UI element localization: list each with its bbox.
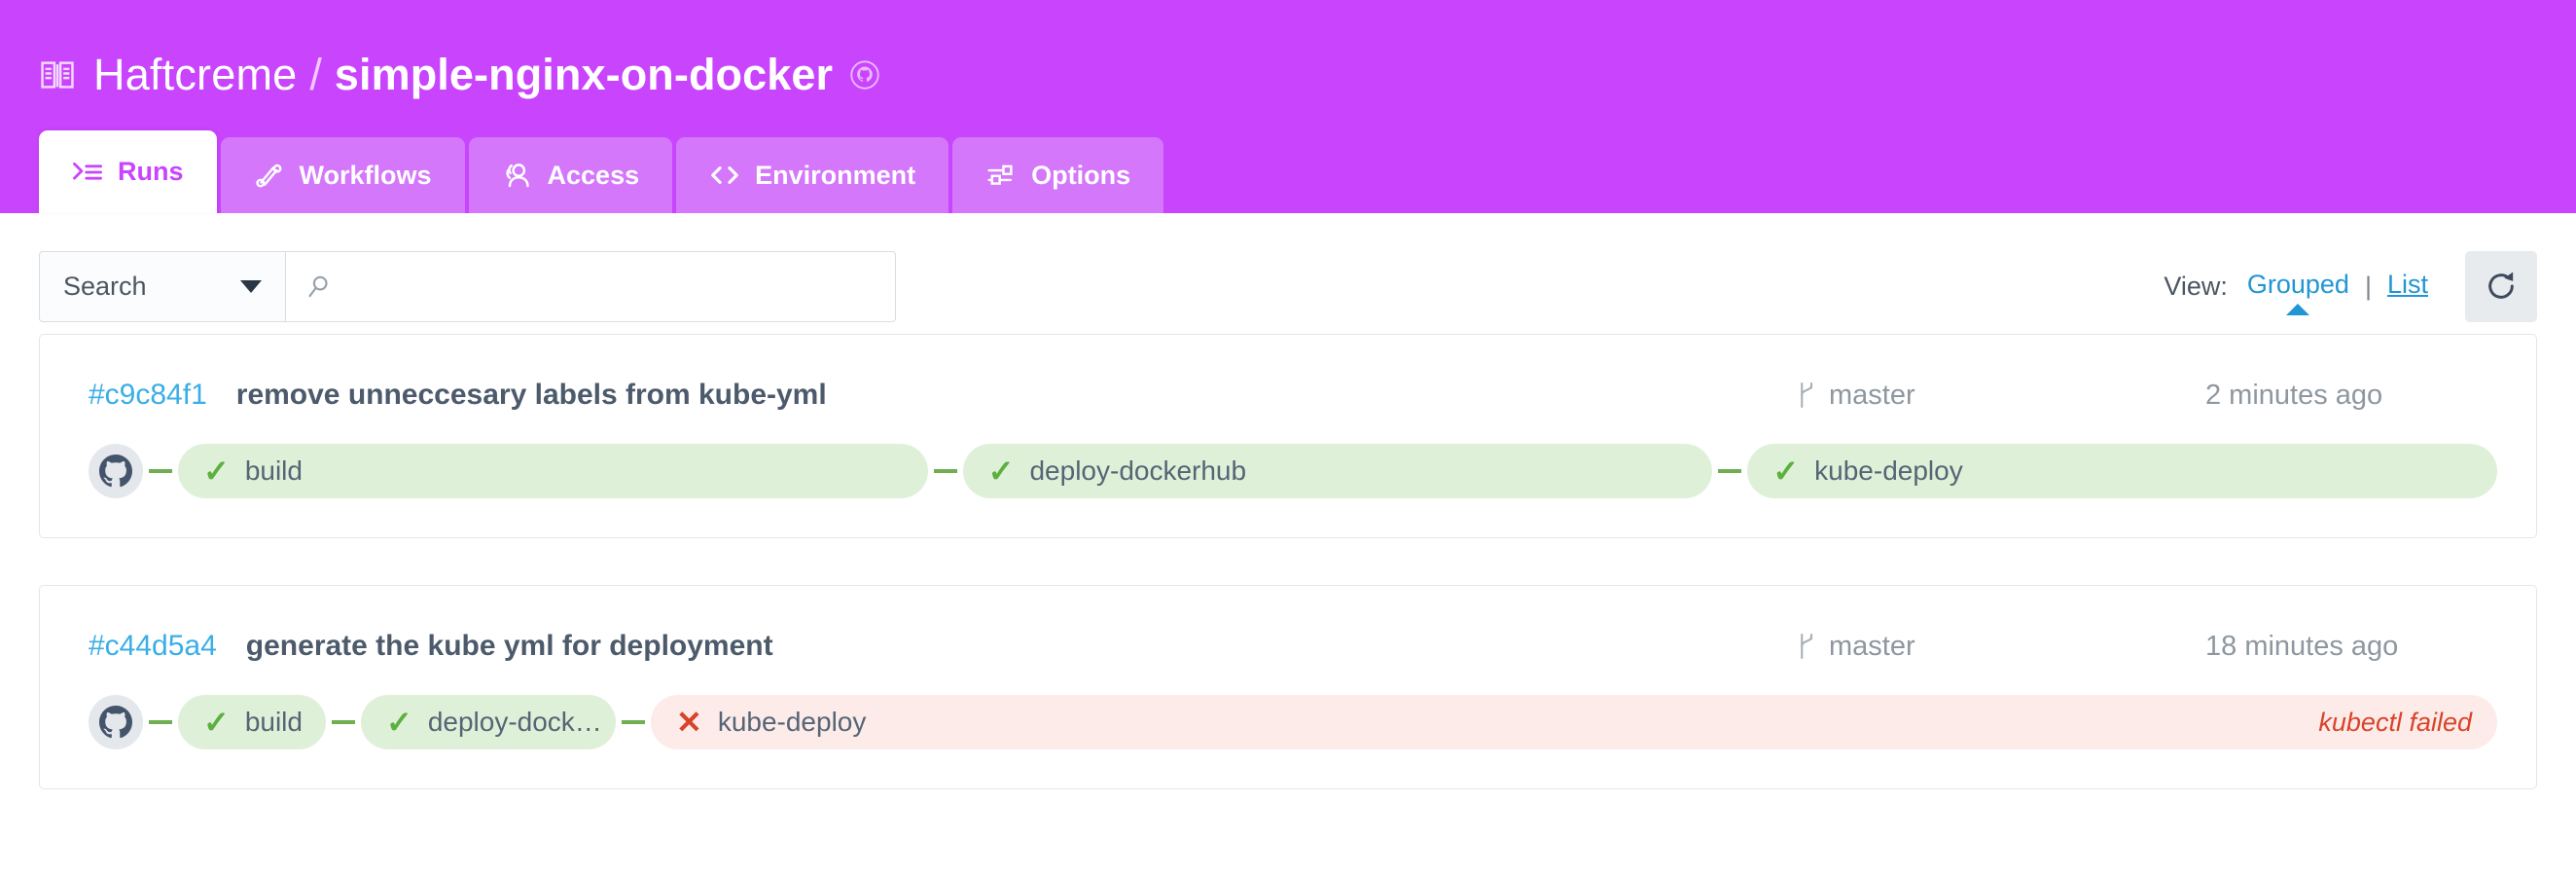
pipeline-stage[interactable]: ✓ deploy-dock… xyxy=(361,695,616,749)
runs-list: #c9c84f1 remove unneccesary labels from … xyxy=(0,322,2576,789)
page-header: Haftcreme / simple-nginx-on-docker Runs xyxy=(0,0,2576,213)
sliders-icon xyxy=(987,164,1013,185)
run-message: generate the kube yml for deployment xyxy=(245,630,773,662)
run-sha[interactable]: #c9c84f1 xyxy=(89,379,207,412)
code-brackets-icon xyxy=(711,166,738,184)
view-separator: | xyxy=(2364,271,2372,301)
branch-icon xyxy=(1801,382,1813,409)
workflows-icon xyxy=(255,164,281,188)
github-icon xyxy=(850,60,879,90)
pipeline-connector xyxy=(149,720,172,724)
run-message: remove unneccesary labels from kube-yml xyxy=(235,379,827,411)
pipeline-stage[interactable]: ✓ build xyxy=(178,695,326,749)
github-mark-icon xyxy=(99,455,132,488)
refresh-button[interactable] xyxy=(2465,250,2537,322)
branch-icon xyxy=(1801,633,1813,660)
cross-icon: ✕ xyxy=(676,705,702,740)
access-icon xyxy=(505,164,529,188)
runs-toolbar: Search View: Grouped | List xyxy=(0,213,2576,322)
chevron-down-icon xyxy=(240,279,262,293)
run-header: #c44d5a4 generate the kube yml for deplo… xyxy=(40,586,2536,674)
stage-label: build xyxy=(244,455,303,486)
view-controls: View: Grouped | List xyxy=(2164,250,2537,322)
repo-name[interactable]: simple-nginx-on-docker xyxy=(335,50,833,100)
tab-label: Environment xyxy=(755,160,916,190)
runs-icon xyxy=(73,162,102,180)
tab-label: Access xyxy=(547,160,640,190)
pipeline-connector xyxy=(149,469,172,473)
owner-name[interactable]: Haftcreme xyxy=(93,50,297,100)
branch-name: master xyxy=(1829,630,1915,662)
tab-workflows[interactable]: Workflows xyxy=(220,137,465,213)
tab-label: Workflows xyxy=(299,160,432,190)
search-input-wrapper[interactable] xyxy=(285,250,896,322)
view-label: View: xyxy=(2164,271,2228,301)
search-input[interactable] xyxy=(345,271,876,302)
pipeline-stage[interactable]: ✕ kube-deploy kubectl failed xyxy=(651,695,2497,749)
run-branch: master xyxy=(1797,631,2205,663)
check-icon: ✓ xyxy=(203,705,230,740)
stage-error-message: kubectl failed xyxy=(2318,707,2472,737)
breadcrumb-separator: / xyxy=(309,50,322,99)
stage-label: kube-deploy xyxy=(717,707,867,737)
tab-label: Options xyxy=(1031,160,1131,190)
github-icon xyxy=(89,695,143,749)
stage-label: build xyxy=(244,707,303,737)
check-icon: ✓ xyxy=(203,454,230,489)
view-option-list[interactable]: List xyxy=(2387,270,2428,304)
pipeline-stage[interactable]: ✓ kube-deploy xyxy=(1747,444,2498,498)
refresh-icon xyxy=(2488,272,2514,299)
pipeline-connector xyxy=(933,469,957,473)
tab-access[interactable]: Access xyxy=(468,137,673,213)
tab-label: Runs xyxy=(118,157,184,186)
tab-bar: Runs Workflows Access Environment Option… xyxy=(39,124,1167,213)
search-group: Search xyxy=(39,250,896,322)
stage-label: deploy-dock… xyxy=(427,707,602,737)
run-timestamp: 18 minutes ago xyxy=(2205,630,2399,662)
book-icon xyxy=(41,61,74,89)
check-icon: ✓ xyxy=(987,454,1015,489)
pipeline-connector xyxy=(622,720,645,724)
run-header: #c9c84f1 remove unneccesary labels from … xyxy=(40,335,2536,422)
run-meta: master 18 minutes ago xyxy=(1797,631,2497,663)
view-option-grouped[interactable]: Grouped xyxy=(2247,270,2349,304)
stage-label: deploy-dockerhub xyxy=(1029,455,1247,486)
breadcrumb: Haftcreme / simple-nginx-on-docker xyxy=(0,0,2576,123)
run-meta: master 2 minutes ago xyxy=(1797,380,2497,412)
tab-options[interactable]: Options xyxy=(952,137,1164,213)
run-sha[interactable]: #c44d5a4 xyxy=(89,630,217,663)
pipeline-stage[interactable]: ✓ build xyxy=(178,444,928,498)
run-card[interactable]: #c44d5a4 generate the kube yml for deplo… xyxy=(39,585,2537,789)
branch-name: master xyxy=(1829,379,1915,411)
search-filter-select[interactable]: Search xyxy=(39,250,285,322)
pipeline-connector xyxy=(332,720,355,724)
search-filter-value: Search xyxy=(63,271,147,301)
pipeline-stage[interactable]: ✓ deploy-dockerhub xyxy=(962,444,1713,498)
pipeline: ✓ build ✓ deploy-dock… ✕ kube-deploy kub… xyxy=(40,674,2536,749)
stage-label: kube-deploy xyxy=(1814,455,1963,486)
magnifier-icon xyxy=(308,275,328,297)
pipeline-connector xyxy=(1718,469,1742,473)
github-mark-icon xyxy=(99,706,132,739)
check-icon: ✓ xyxy=(386,705,412,740)
github-icon xyxy=(89,444,143,498)
pipeline: ✓ build ✓ deploy-dockerhub ✓ kube-deploy xyxy=(40,422,2536,498)
check-icon: ✓ xyxy=(1772,454,1800,489)
tab-environment[interactable]: Environment xyxy=(676,137,949,213)
run-card[interactable]: #c9c84f1 remove unneccesary labels from … xyxy=(39,334,2537,538)
run-timestamp: 2 minutes ago xyxy=(2205,379,2383,411)
tab-runs[interactable]: Runs xyxy=(39,130,217,213)
run-branch: master xyxy=(1797,380,2205,412)
